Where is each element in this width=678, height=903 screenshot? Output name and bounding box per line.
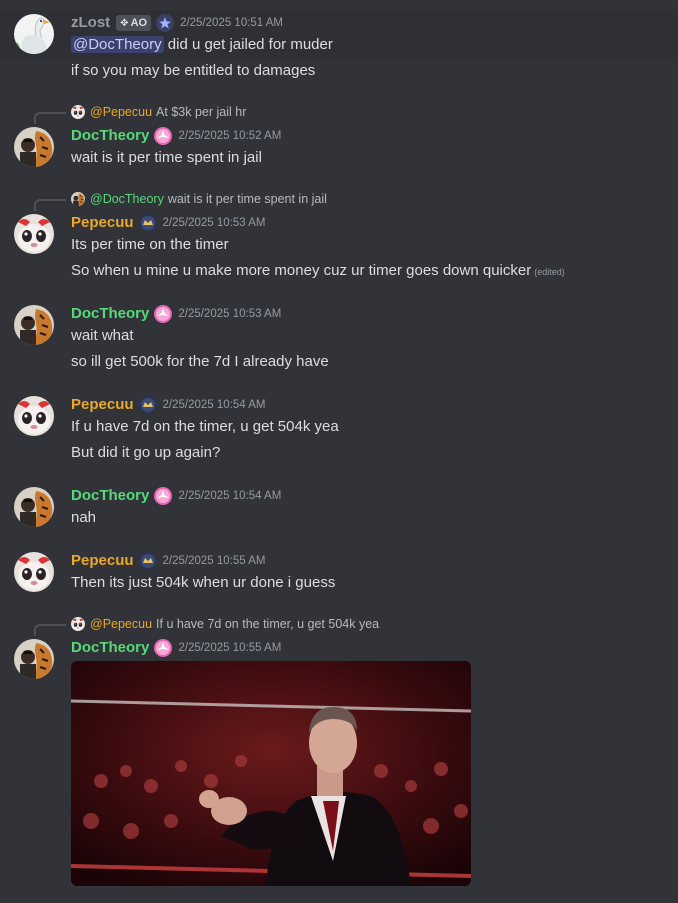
reply-text: At $3k per jail hr [156, 105, 247, 119]
role-badge-icon[interactable] [154, 127, 173, 145]
message-text: nah [71, 509, 97, 526]
avatar[interactable] [14, 14, 54, 54]
timestamp[interactable]: 2/25/2025 10:52 AM [178, 130, 281, 142]
reply-avatar [71, 617, 85, 631]
reply-spine [34, 624, 66, 636]
message-text: But did it go up again? [71, 444, 221, 461]
message-text: so ill get 500k for the 7d I already hav… [71, 353, 329, 370]
timestamp[interactable]: 2/25/2025 10:54 AM [163, 399, 266, 411]
reply-preview[interactable]: @Pepecuu If u have 7d on the timer, u ge… [71, 616, 379, 632]
timestamp[interactable]: 2/25/2025 10:53 AM [178, 308, 281, 320]
edited-label[interactable]: (edited) [534, 267, 565, 277]
reply-spine [34, 199, 66, 211]
message-text: So when u mine u make more money cuz ur … [71, 262, 565, 279]
gif-attachment[interactable] [71, 661, 471, 886]
reply-avatar [71, 192, 85, 206]
reply-author: @Pepecuu [90, 105, 153, 119]
reply-text: wait is it per time spent in jail [167, 192, 327, 206]
tag-icon: ✥ [120, 17, 129, 29]
author-name[interactable]: Pepecuu [71, 551, 134, 571]
author-name[interactable]: DocTheory [71, 126, 149, 146]
reply-preview[interactable]: @Pepecuu At $3k per jail hr [71, 104, 246, 120]
avatar[interactable] [14, 552, 54, 592]
avatar[interactable] [14, 396, 54, 436]
timestamp[interactable]: 2/25/2025 10:53 AM [163, 217, 266, 229]
avatar[interactable] [14, 639, 54, 679]
timestamp[interactable]: 2/25/2025 10:55 AM [163, 555, 266, 567]
role-badge-icon[interactable] [138, 214, 157, 232]
timestamp[interactable]: 2/25/2025 10:51 AM [180, 17, 283, 29]
avatar[interactable] [14, 305, 54, 345]
role-badge-icon[interactable] [154, 305, 173, 323]
reply-author: @DocTheory [90, 192, 164, 206]
server-tag[interactable]: ✥ AO [116, 15, 152, 31]
message-text: Then its just 504k when ur done i guess [71, 574, 336, 591]
message-text: wait is it per time spent in jail [71, 149, 262, 166]
role-badge-icon[interactable] [154, 487, 173, 505]
role-badge-icon[interactable] [138, 396, 157, 414]
author-name[interactable]: DocTheory [71, 304, 149, 324]
gif-image [71, 661, 471, 886]
message-text: if so you may be entitled to damages [71, 62, 316, 79]
reply-author: @Pepecuu [90, 617, 153, 631]
timestamp[interactable]: 2/25/2025 10:55 AM [178, 642, 281, 654]
timestamp[interactable]: 2/25/2025 10:54 AM [178, 490, 281, 502]
reply-preview[interactable]: @DocTheory wait is it per time spent in … [71, 191, 327, 207]
message-text: wait what [71, 327, 134, 344]
message-zlost: zLost ✥ AO 2/25/2025 10:51 AM @DocTheory… [0, 10, 678, 58]
reply-avatar [71, 105, 85, 119]
author-name[interactable]: zLost [71, 13, 110, 33]
message-text: @DocTheory did u get jailed for muder [71, 36, 333, 53]
author-name[interactable]: Pepecuu [71, 213, 134, 233]
avatar[interactable] [14, 214, 54, 254]
role-badge-icon[interactable] [154, 639, 173, 657]
message-text: If u have 7d on the timer, u get 504k ye… [71, 418, 339, 435]
reply-spine [34, 112, 66, 124]
author-name[interactable]: Pepecuu [71, 395, 134, 415]
message-text: Its per time on the timer [71, 236, 229, 253]
avatar[interactable] [14, 127, 54, 167]
author-name[interactable]: DocTheory [71, 486, 149, 506]
role-badge-icon[interactable] [138, 552, 157, 570]
reply-text: If u have 7d on the timer, u get 504k ye… [156, 617, 380, 631]
avatar[interactable] [14, 487, 54, 527]
author-name[interactable]: DocTheory [71, 638, 149, 658]
user-mention[interactable]: @DocTheory [71, 36, 164, 53]
role-badge-icon[interactable] [156, 14, 175, 32]
